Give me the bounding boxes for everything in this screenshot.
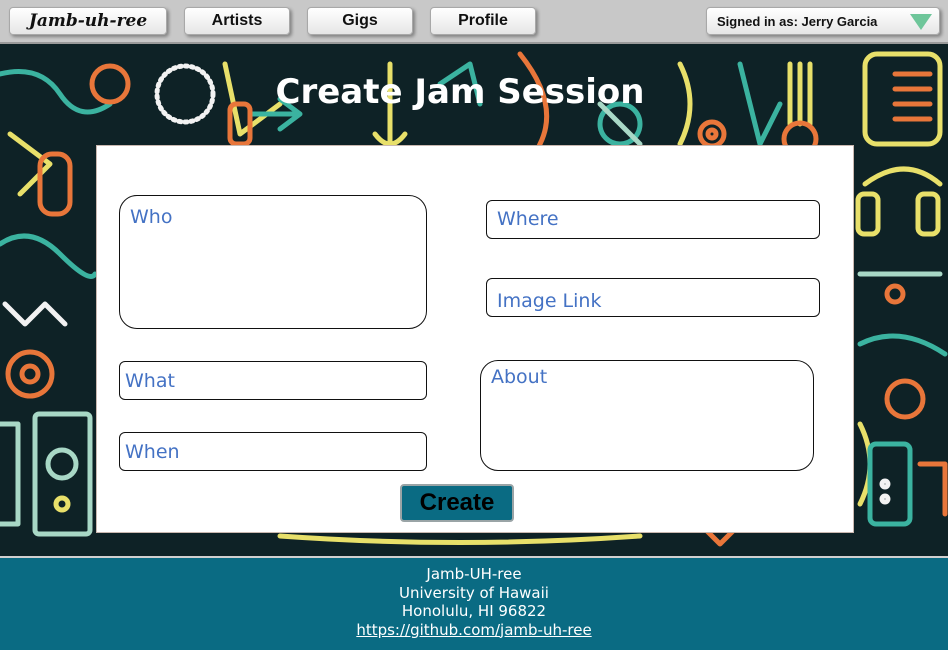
when-field[interactable]: When — [119, 432, 427, 471]
image-link-field[interactable]: Image Link — [486, 278, 820, 317]
footer-address: Honolulu, HI 96822 — [401, 602, 547, 620]
where-placeholder: Where — [497, 208, 559, 230]
chevron-down-icon[interactable] — [910, 14, 932, 30]
what-field[interactable]: What — [119, 361, 427, 400]
where-field[interactable]: Where — [486, 200, 820, 239]
who-field[interactable]: Who — [119, 195, 427, 329]
image-link-placeholder: Image Link — [497, 290, 602, 312]
footer-name: Jamb-UH-ree — [426, 565, 522, 583]
footer: Jamb-UH-ree University of Hawaii Honolul… — [0, 556, 948, 650]
when-placeholder: When — [125, 441, 180, 463]
nav-profile-button[interactable]: Profile — [430, 7, 536, 35]
what-placeholder: What — [125, 370, 175, 392]
about-field[interactable]: About — [480, 360, 814, 471]
nav-artists-button[interactable]: Artists — [184, 7, 290, 35]
create-button[interactable]: Create — [400, 484, 514, 522]
top-navbar: Jamb-uh-ree Artists Gigs Profile Signed … — [0, 0, 948, 44]
nav-gigs-button[interactable]: Gigs — [307, 7, 413, 35]
page-title: Create Jam Session — [275, 72, 645, 112]
footer-university: University of Hawaii — [399, 583, 549, 602]
brand-button[interactable]: Jamb-uh-ree — [9, 7, 167, 35]
who-placeholder: Who — [130, 206, 173, 228]
signed-in-label: Signed in as: Jerry Garcia — [717, 13, 878, 29]
user-menu-dropdown[interactable]: Signed in as: Jerry Garcia — [706, 7, 940, 35]
footer-github-link[interactable]: https://github.com/jamb-uh-ree — [356, 621, 591, 639]
about-placeholder: About — [491, 366, 548, 388]
